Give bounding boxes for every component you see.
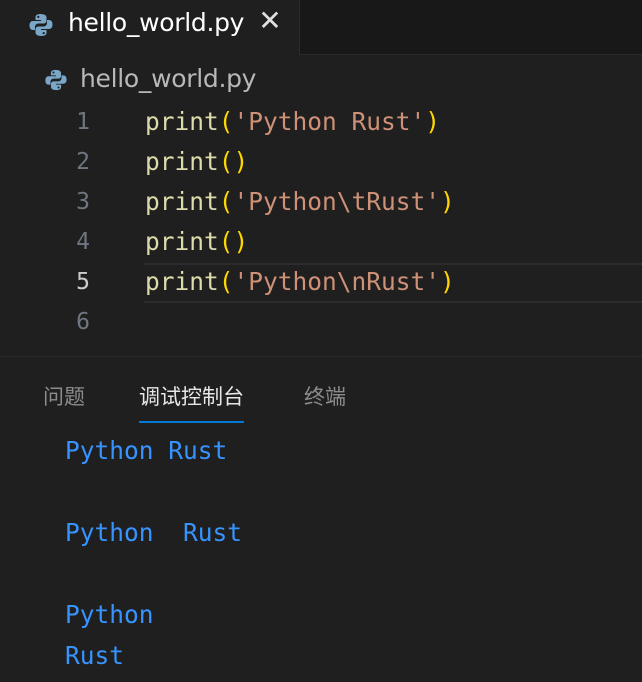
code-function: print <box>145 187 219 216</box>
code-text: print() <box>145 222 248 262</box>
code-string: 'Python\nRust' <box>233 267 441 296</box>
code-line-current[interactable]: 5 print('Python\nRust') <box>0 262 642 302</box>
python-icon <box>28 12 54 42</box>
console-output-line: Rust <box>65 641 125 670</box>
code-string: 'Python Rust' <box>233 107 426 136</box>
line-number: 2 <box>76 149 90 175</box>
code-string: 'Python\tRust' <box>233 187 441 216</box>
code-bracket: ( <box>218 227 234 256</box>
python-icon <box>44 68 68 96</box>
line-number: 5 <box>76 269 90 295</box>
code-line[interactable]: 6 <box>0 302 642 342</box>
line-number: 1 <box>76 109 90 135</box>
tab-problems[interactable]: 问题 <box>43 381 85 411</box>
line-number: 4 <box>76 229 90 255</box>
console-output-line: Python Rust <box>65 518 243 547</box>
code-editor[interactable]: 1 print('Python Rust') 2 print() 3 print… <box>0 102 642 342</box>
tab-title: hello_world.py <box>68 8 245 37</box>
code-bracket: ) <box>440 267 455 296</box>
code-function: print <box>145 227 219 256</box>
code-bracket: ) <box>440 187 455 216</box>
code-text: print('Python\tRust') <box>145 182 455 222</box>
code-bracket: ( <box>218 267 234 296</box>
breadcrumb-file: hello_world.py <box>80 64 257 93</box>
code-line[interactable]: 4 print() <box>0 222 642 262</box>
code-bracket: ( <box>218 187 234 216</box>
tab-terminal[interactable]: 终端 <box>304 381 346 411</box>
console-output-line: Python <box>65 600 154 629</box>
code-bracket: ) <box>425 107 441 136</box>
code-function: print <box>145 267 219 296</box>
code-text: print() <box>145 142 248 182</box>
tab-bar: hello_world.py ✕ <box>0 0 642 55</box>
code-text: print('Python\nRust') <box>145 262 455 302</box>
bottom-panel: 问题 调试控制台 终端 Python Rust Python Rust Pyth… <box>0 356 642 682</box>
code-bracket: ( <box>218 107 234 136</box>
code-bracket: ) <box>233 147 249 176</box>
line-number: 3 <box>76 189 90 215</box>
code-line[interactable]: 3 print('Python\tRust') <box>0 182 642 222</box>
tab-debug-console[interactable]: 调试控制台 <box>139 381 244 423</box>
code-bracket: ) <box>233 227 249 256</box>
code-line[interactable]: 2 print() <box>0 142 642 182</box>
code-function: print <box>145 107 219 136</box>
code-line[interactable]: 1 print('Python Rust') <box>0 102 642 142</box>
line-number: 6 <box>76 309 90 335</box>
console-output-line: Python Rust <box>65 436 228 465</box>
code-function: print <box>145 147 219 176</box>
close-icon[interactable]: ✕ <box>254 5 286 37</box>
editor-tab-hello-world[interactable]: hello_world.py ✕ <box>0 0 300 55</box>
code-text: print('Python Rust') <box>145 102 440 142</box>
code-bracket: ( <box>218 147 234 176</box>
